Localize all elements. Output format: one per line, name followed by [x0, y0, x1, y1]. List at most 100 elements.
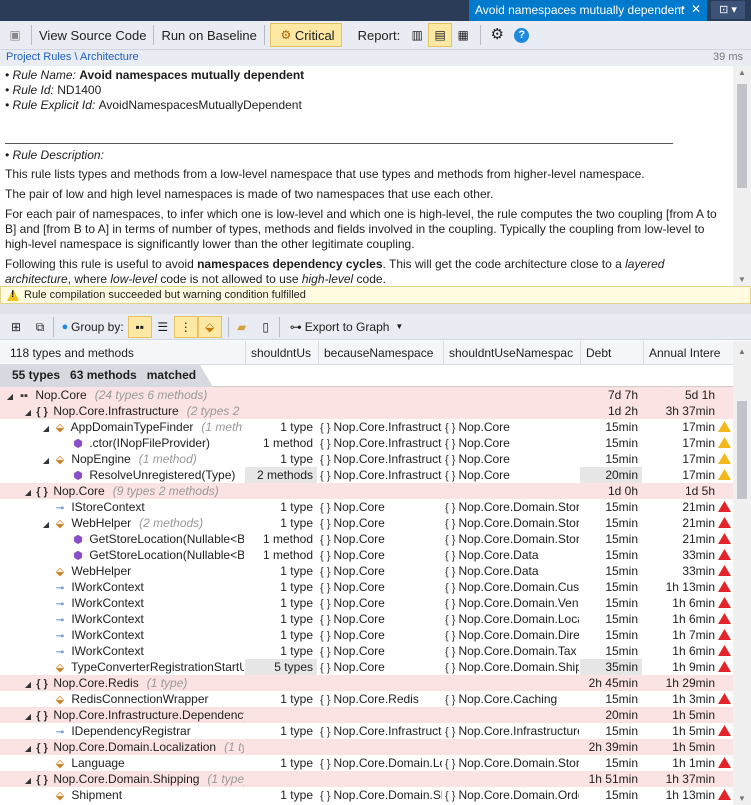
help-button[interactable]: ?	[512, 23, 531, 47]
table-row[interactable]: ◢ ▪▪ Nop.Core (24 types 6 methods) 7d 7h 5d …	[0, 387, 733, 403]
description-scrollbar[interactable]: ▲ ▼	[733, 66, 751, 286]
cell-shouldntuse[interactable]: 1 method	[245, 531, 317, 547]
column-header-name[interactable]: 118 types and methods	[0, 341, 245, 365]
cell-shouldntuse[interactable]: 1 type	[245, 691, 317, 707]
pane-splitter[interactable]	[0, 304, 751, 314]
column-header-shouldntuse[interactable]: shouldntUs	[245, 341, 318, 365]
grid-scrollbar[interactable]: ▲ ▼	[733, 341, 751, 805]
collapse-all-button[interactable]: ⧉	[28, 315, 52, 339]
cell-shouldntuse[interactable]	[245, 739, 317, 755]
cell-shouldntuse[interactable]: 1 type	[245, 563, 317, 579]
breadcrumb-architecture[interactable]: Architecture	[80, 51, 139, 63]
folder-button[interactable]: ▰	[230, 315, 254, 339]
table-row[interactable]: ◢{ } Nop.Core.Infrastructure (2 types 2 1d…	[0, 403, 733, 419]
save-button[interactable]: ▣	[0, 23, 30, 47]
table-row[interactable]: ⬢ ResolveUnregistered(Type) 2 methods{ } …	[0, 467, 733, 483]
table-row[interactable]: ◢ ⬙ NopEngine (1 method) 1 type{ } Nop.Core…	[0, 451, 733, 467]
table-row[interactable]: ⊸ IWorkContext 1 type{ } Nop.Core{ } Nop.…	[0, 611, 733, 627]
cell-shouldntuse[interactable]	[245, 675, 317, 691]
breadcrumb-project-rules[interactable]: Project Rules	[6, 51, 71, 63]
cell-shouldntuse[interactable]: 2 methods	[245, 467, 317, 483]
cell-shouldntuse[interactable]: 1 type	[245, 787, 317, 803]
cell-shouldntuse[interactable]: 1 type	[245, 515, 317, 531]
cell-shouldntuse[interactable]: 1 type	[245, 451, 317, 467]
expander-icon[interactable]: ◢	[22, 405, 34, 419]
expander-icon[interactable]: ◢	[22, 485, 34, 499]
table-row[interactable]: ⬢ .ctor(INopFileProvider) 1 method{ } Nop…	[0, 435, 733, 451]
report-doc-button[interactable]: ▤	[428, 23, 453, 47]
table-row[interactable]: ◢ ⬙ WebHelper (2 methods) 1 type{ } Nop.Cor…	[0, 515, 733, 531]
table-row[interactable]: ⬢ GetStoreLocation(Nullable<Bo 1 method{ …	[0, 547, 733, 563]
table-row[interactable]: ◢ ⬙ AppDomainTypeFinder (1 meth 1 type{ } N…	[0, 419, 733, 435]
column-header-annual-interest[interactable]: Annual Intere	[643, 341, 733, 365]
cell-shouldntuse[interactable]: 1 type	[245, 755, 317, 771]
cell-shouldntuse[interactable]: 1 type	[245, 579, 317, 595]
expander-icon[interactable]: ◢	[22, 741, 34, 755]
settings-button[interactable]: ⚙	[482, 23, 512, 47]
column-header-debt[interactable]: Debt	[580, 341, 643, 365]
cell-shouldntuse[interactable]: 1 method	[245, 547, 317, 563]
document-button[interactable]: ▯	[254, 315, 278, 339]
report-chart-button[interactable]: ▥	[406, 23, 428, 47]
cell-shouldntuse[interactable]	[245, 707, 317, 723]
expand-all-button[interactable]: ⊞	[4, 315, 28, 339]
scroll-up-icon[interactable]: ▲	[733, 68, 751, 77]
group-by-member-button[interactable]: ⬙	[197, 315, 222, 338]
cell-shouldntuse[interactable]: 1 type	[245, 419, 317, 435]
cell-shouldntuse[interactable]	[245, 483, 317, 499]
critical-toggle[interactable]: ⚙ Critical	[269, 23, 342, 47]
table-row[interactable]: ⬢ GetStoreLocation(Nullable<Bo 1 method{ …	[0, 531, 733, 547]
close-icon[interactable]: ✕	[691, 2, 701, 16]
table-row[interactable]: ◢{ } Nop.Core (9 types 2 methods) 1d 0h 1d …	[0, 483, 733, 499]
table-row[interactable]: ◢{ } Nop.Core.Domain.Shipping (1 type) 1h …	[0, 771, 733, 787]
scroll-thumb[interactable]	[737, 401, 747, 499]
table-row[interactable]: ◢{ } Nop.Core.Infrastructure.DependencyM…	[0, 707, 733, 723]
group-by-namespace-button[interactable]: ☰	[152, 316, 174, 338]
table-row[interactable]: ⊸ IDependencyRegistrar 1 type{ } Nop.Core…	[0, 723, 733, 739]
document-tab[interactable]: Avoid namespaces mutually dependent ⊸ ✕	[469, 0, 707, 21]
column-header-shouldntusenamespace[interactable]: shouldntUseNamespac	[443, 341, 580, 365]
table-row[interactable]: ⬙ RedisConnectionWrapper 1 type{ } Nop.Co…	[0, 691, 733, 707]
expander-icon[interactable]: ◢	[22, 709, 34, 723]
cell-shouldntuse[interactable]: 1 type	[245, 643, 317, 659]
table-row[interactable]: ⬙ Shipment 1 type{ } Nop.Core.Domain.Sh{ …	[0, 787, 733, 803]
expander-icon[interactable]: ◢	[40, 453, 52, 467]
scroll-down-icon[interactable]: ▼	[733, 794, 751, 803]
cell-shouldntuse[interactable]	[245, 387, 317, 403]
cell-shouldntuse[interactable]: 1 type	[245, 499, 317, 515]
table-row[interactable]: ⊸ IWorkContext 1 type{ } Nop.Core{ } Nop.…	[0, 627, 733, 643]
table-row[interactable]: ⬙ TypeConverterRegistrationStartU 5 types…	[0, 659, 733, 675]
table-row[interactable]: ⬙ WebHelper 1 type{ } Nop.Core{ } Nop.Cor…	[0, 563, 733, 579]
group-by-assembly-button[interactable]: ▪▪	[127, 315, 152, 338]
column-header-becausenamespace[interactable]: becauseNamespace	[318, 341, 443, 365]
scroll-up-icon[interactable]: ▲	[733, 347, 751, 356]
cell-shouldntuse[interactable]: 1 type	[245, 627, 317, 643]
run-baseline-button[interactable]: Run on Baseline	[155, 23, 262, 47]
table-row[interactable]: ⊸ IWorkContext 1 type{ } Nop.Core{ } Nop.…	[0, 579, 733, 595]
scroll-down-icon[interactable]: ▼	[733, 275, 751, 284]
table-row[interactable]: ◢{ } Nop.Core.Domain.Localization (1 ty 2h…	[0, 739, 733, 755]
cell-shouldntuse[interactable]: 1 type	[245, 595, 317, 611]
cell-shouldntuse[interactable]: 1 method	[245, 435, 317, 451]
cell-shouldntuse[interactable]: 1 type	[245, 611, 317, 627]
pin-icon[interactable]: ⊸	[677, 3, 685, 14]
report-grid-button[interactable]: ▦	[452, 23, 474, 47]
cell-shouldntuse[interactable]: 5 types	[245, 659, 317, 675]
export-graph-button[interactable]: ⊶ Export to Graph ▼	[281, 315, 410, 339]
scroll-thumb[interactable]	[737, 84, 747, 188]
window-menu-button[interactable]: ⊡ ▾	[711, 1, 745, 19]
expander-icon[interactable]: ◢	[40, 421, 52, 435]
table-row[interactable]: ⊸ IWorkContext 1 type{ } Nop.Core{ } Nop.…	[0, 595, 733, 611]
cell-shouldntuse[interactable]	[245, 403, 317, 419]
expander-icon[interactable]: ◢	[22, 773, 34, 787]
table-row[interactable]: ⬙ Language 1 type{ } Nop.Core.Domain.Lo{ …	[0, 755, 733, 771]
expander-icon[interactable]: ◢	[4, 389, 16, 403]
cell-shouldntuse[interactable]	[245, 771, 317, 787]
cell-shouldntuse[interactable]: 1 type	[245, 723, 317, 739]
table-row[interactable]: ⊸ IStoreContext 1 type{ } Nop.Core{ } Nop…	[0, 499, 733, 515]
group-by-type-button[interactable]: ⋮	[173, 315, 198, 338]
table-row[interactable]: ⊸ IWorkContext 1 type{ } Nop.Core{ } Nop.…	[0, 643, 733, 659]
expander-icon[interactable]: ◢	[22, 677, 34, 691]
table-row[interactable]: ◢{ } Nop.Core.Redis (1 type) 2h 45min 1h 29…	[0, 675, 733, 691]
view-source-button[interactable]: View Source Code	[33, 23, 152, 47]
